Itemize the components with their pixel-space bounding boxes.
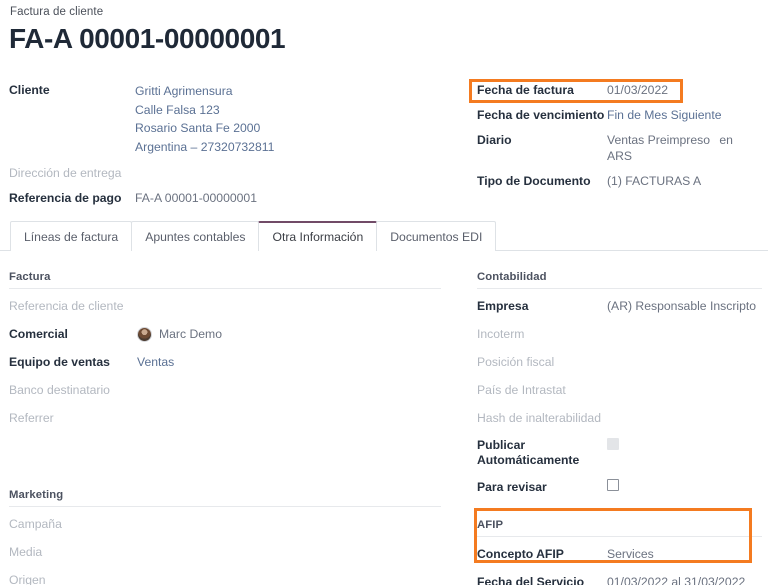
field-value-cliente[interactable]: Gritti Agrimensura Calle Falsa 123 Rosar…	[135, 82, 274, 156]
field-label-cliente: Cliente	[9, 82, 135, 98]
field-value-equipo-de-ventas[interactable]: Ventas	[137, 354, 174, 371]
group-title-marketing: Marketing	[9, 489, 441, 507]
field-label-incoterm: Incoterm	[477, 326, 607, 343]
customer-country-vat: Argentina – 27320732811	[135, 138, 274, 157]
field-row-tipo-documento: Tipo de Documento (1) FACTURAS A	[477, 173, 762, 189]
journal-joiner: en	[719, 133, 733, 147]
field-label-equipo-de-ventas: Equipo de ventas	[9, 354, 137, 371]
avatar	[137, 327, 152, 342]
field-label-concepto-afip: Concepto AFIP	[477, 546, 607, 563]
field-value-para-revisar	[607, 479, 619, 491]
field-row-banco-destinatario: Banco destinatario	[9, 382, 441, 399]
tab-documentos-edi[interactable]: Documentos EDI	[376, 221, 496, 251]
group-title-factura: Factura	[9, 271, 441, 289]
field-row-posicion-fiscal: Posición fiscal	[477, 354, 762, 371]
field-value-referencia-pago[interactable]: FA-A 00001-00000001	[135, 190, 257, 206]
field-row-pais-de-intrastat: País de Intrastat	[477, 382, 762, 399]
field-row-hash-inalterabilidad: Hash de inalterabilidad	[477, 410, 762, 427]
field-row-direccion-entrega: Dirección de entrega	[9, 165, 339, 181]
group-title-contabilidad: Contabilidad	[477, 271, 762, 289]
field-label-hash-inalterabilidad: Hash de inalterabilidad	[477, 410, 607, 427]
field-row-publicar-automaticamente: Publicar Automáticamente	[477, 438, 762, 468]
breadcrumb[interactable]: Factura de cliente	[10, 6, 103, 18]
group-marketing: Marketing Campaña Media Origen	[9, 489, 441, 585]
field-row-media: Media	[9, 544, 441, 561]
field-label-fecha-del-servicio: Fecha del Servicio	[477, 574, 607, 585]
field-value-fecha-factura[interactable]: 01/03/2022	[607, 82, 668, 98]
field-label-posicion-fiscal: Posición fiscal	[477, 354, 607, 371]
customer-name: Gritti Agrimensura	[135, 82, 274, 101]
salesperson-name: Marc Demo	[159, 326, 222, 343]
field-row-para-revisar: Para revisar	[477, 479, 762, 496]
field-row-fecha-vencimiento: Fecha de vencimiento Fin de Mes Siguient…	[477, 107, 762, 123]
field-label-comercial: Comercial	[9, 326, 137, 343]
field-label-direccion-entrega: Dirección de entrega	[9, 165, 135, 181]
field-value-diario-group: Ventas Preimpreso en ARS	[607, 132, 762, 164]
field-value-empresa[interactable]: (AR) Responsable Inscripto	[607, 298, 756, 315]
field-row-referencia-pago: Referencia de pago FA-A 00001-00000001	[9, 190, 339, 206]
body-left-column: Factura Referencia de cliente Comercial …	[9, 271, 441, 585]
group-contabilidad: Contabilidad Empresa (AR) Responsable In…	[477, 271, 762, 496]
field-value-concepto-afip[interactable]: Services	[607, 546, 654, 563]
field-label-banco-destinatario: Banco destinatario	[9, 382, 137, 399]
currency-link[interactable]: ARS	[607, 149, 632, 163]
field-row-concepto-afip: Concepto AFIP Services	[477, 546, 762, 563]
page-title: FA-A 00001-00000001	[9, 22, 285, 56]
field-row-equipo-de-ventas: Equipo de ventas Ventas	[9, 354, 441, 371]
field-label-diario: Diario	[477, 132, 607, 148]
field-value-tipo-documento[interactable]: (1) FACTURAS A	[607, 173, 701, 189]
tab-apuntes-contables[interactable]: Apuntes contables	[131, 221, 259, 251]
field-label-fecha-factura: Fecha de factura	[477, 82, 607, 98]
field-label-para-revisar: Para revisar	[477, 479, 607, 496]
field-row-empresa: Empresa (AR) Responsable Inscripto	[477, 298, 762, 315]
field-row-fecha-factura: Fecha de factura 01/03/2022	[477, 82, 762, 98]
header-left-fields: Cliente Gritti Agrimensura Calle Falsa 1…	[9, 82, 339, 206]
field-row-fecha-del-servicio: Fecha del Servicio 01/03/2022 al 31/03/2…	[477, 574, 762, 585]
field-value-publicar-automaticamente	[607, 438, 619, 450]
header-right-fields: Fecha de factura 01/03/2022 Fecha de ven…	[477, 82, 762, 189]
tab-otra-informacion[interactable]: Otra Información	[258, 221, 377, 251]
field-label-tipo-documento: Tipo de Documento	[477, 173, 607, 189]
body-right-column: Contabilidad Empresa (AR) Responsable In…	[477, 271, 762, 585]
invoice-form-page: Factura de cliente FA-A 00001-00000001 C…	[0, 0, 768, 585]
field-value-fecha-vencimiento[interactable]: Fin de Mes Siguiente	[607, 107, 722, 123]
tab-lineas-de-factura[interactable]: Líneas de factura	[10, 221, 132, 251]
field-row-campana: Campaña	[9, 516, 441, 533]
field-label-pais-de-intrastat: País de Intrastat	[477, 382, 607, 399]
field-row-origen: Origen	[9, 572, 441, 585]
field-label-campana: Campaña	[9, 516, 137, 533]
field-label-origen: Origen	[9, 572, 137, 585]
field-label-empresa: Empresa	[477, 298, 607, 315]
field-label-media: Media	[9, 544, 137, 561]
group-afip: AFIP Concepto AFIP Services Fecha del Se…	[477, 519, 762, 585]
field-row-cliente: Cliente Gritti Agrimensura Calle Falsa 1…	[9, 82, 339, 156]
field-row-comercial: Comercial Marc Demo	[9, 326, 441, 343]
field-value-fecha-del-servicio[interactable]: 01/03/2022 al 31/03/2022	[607, 574, 745, 585]
journal-link[interactable]: Ventas Preimpreso	[607, 133, 710, 147]
customer-city: Rosario Santa Fe 2000	[135, 119, 274, 138]
field-value-comercial[interactable]: Marc Demo	[137, 326, 222, 343]
field-label-publicar-automaticamente: Publicar Automáticamente	[477, 438, 607, 468]
tab-list: Líneas de factura Apuntes contables Otra…	[10, 221, 495, 251]
checkbox-publicar-automaticamente[interactable]	[607, 438, 619, 450]
field-row-referrer: Referrer	[9, 410, 441, 427]
field-row-diario: Diario Ventas Preimpreso en ARS	[477, 132, 762, 164]
field-label-fecha-vencimiento: Fecha de vencimiento	[477, 107, 607, 123]
field-label-referencia-pago: Referencia de pago	[9, 190, 135, 206]
checkbox-para-revisar[interactable]	[607, 479, 619, 491]
group-title-afip: AFIP	[477, 519, 762, 537]
group-factura: Factura Referencia de cliente Comercial …	[9, 271, 441, 427]
tab-bar: Líneas de factura Apuntes contables Otra…	[0, 221, 768, 251]
field-label-referencia-cliente: Referencia de cliente	[9, 298, 137, 315]
customer-street: Calle Falsa 123	[135, 101, 274, 120]
field-row-referencia-cliente: Referencia de cliente	[9, 298, 441, 315]
field-row-incoterm: Incoterm	[477, 326, 762, 343]
field-label-referrer: Referrer	[9, 410, 137, 427]
